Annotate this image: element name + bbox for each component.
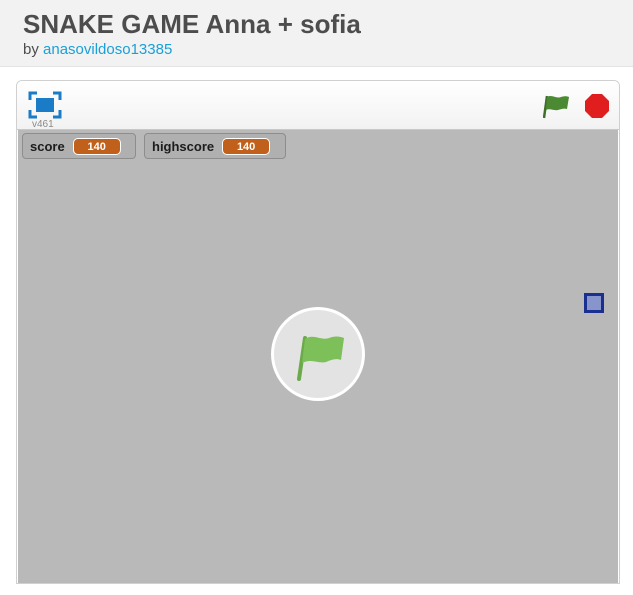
project-title: SNAKE GAME Anna + sofia [23,9,361,39]
start-flag-overlay[interactable] [271,307,365,401]
score-monitor: score 140 [22,133,136,159]
game-stage[interactable]: score 140 highscore 140 [18,130,618,583]
highscore-label: highscore [152,138,215,154]
food-sprite [584,293,604,313]
highscore-monitor: highscore 140 [144,133,286,159]
player-toolbar: v461 [17,81,619,130]
author-link[interactable]: anasovildoso13385 [43,41,172,58]
green-flag-icon[interactable] [542,93,571,119]
stop-sign-icon[interactable] [584,93,610,119]
project-byline: by anasovildoso13385 [23,41,172,58]
player-version: v461 [32,119,54,130]
fullscreen-icon[interactable] [28,91,62,119]
score-value: 140 [72,137,121,155]
scratch-player: v461 score 140 highscore 140 [16,80,620,584]
byline-prefix: by [23,41,39,58]
highscore-value: 140 [222,137,271,155]
score-label: score [30,138,65,154]
green-flag-icon [297,336,344,381]
project-header: SNAKE GAME Anna + sofia by anasovildoso1… [0,0,633,67]
